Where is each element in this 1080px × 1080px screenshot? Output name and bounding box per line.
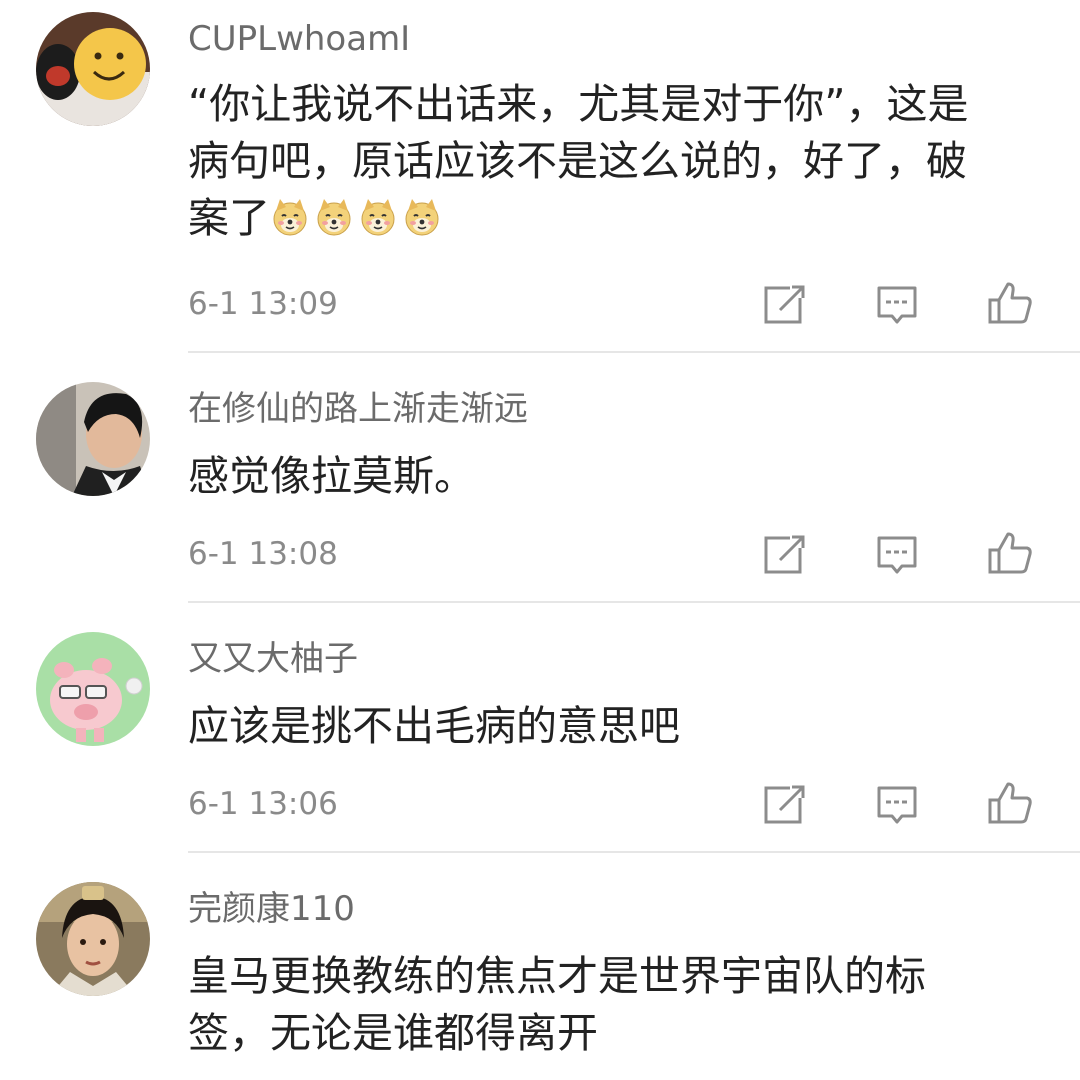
comment-text: 应该是挑不出毛病的意思吧 (188, 698, 1048, 755)
timestamp: 6-1 13:09 (188, 286, 338, 322)
timestamp: 6-1 13:08 (188, 536, 338, 572)
divider (188, 351, 1080, 353)
user-avatar[interactable] (36, 12, 150, 126)
divider (188, 851, 1080, 853)
comment-text: 皇马更换教练的焦点才是世界宇宙队的标 签，无论是谁都得离开 (188, 948, 1048, 1062)
comment-text-line: 病句吧，原话应该不是这么说的，好了，破 (188, 137, 967, 185)
comment-text-line: 感觉像拉莫斯。 (188, 452, 475, 500)
share-edit-icon (764, 785, 805, 824)
thumbs-up-icon (988, 782, 1032, 824)
reply-button[interactable] (873, 780, 921, 828)
share-edit-icon (764, 285, 805, 324)
timestamp: 6-1 13:06 (188, 786, 338, 822)
username[interactable]: CUPLwhoamI (188, 19, 410, 59)
comment-text-line-with-emoji: 案了 (188, 190, 1048, 247)
user-avatar[interactable] (36, 632, 150, 746)
reply-button[interactable] (873, 530, 921, 578)
username[interactable]: 完颜康110 (188, 889, 355, 929)
repost-button[interactable] (760, 530, 808, 578)
comment-text: “你让我说不出话来，尤其是对于你”，这是 病句吧，原话应该不是这么说的，好了，破… (188, 76, 1048, 247)
thumbs-up-icon (988, 532, 1032, 574)
share-edit-icon (764, 535, 805, 574)
divider (188, 601, 1080, 603)
comment-icon (877, 286, 917, 324)
pig-avatar-icon (36, 632, 150, 746)
user-avatar[interactable] (36, 882, 150, 996)
username[interactable]: 又又大柚子 (188, 639, 358, 679)
thumbs-up-icon (988, 282, 1032, 324)
doge-emoji-icon (270, 197, 310, 237)
reply-button[interactable] (873, 280, 921, 328)
repost-button[interactable] (760, 780, 808, 828)
like-button[interactable] (986, 778, 1034, 826)
smiley-avatar-icon (36, 12, 150, 126)
comment-text-line: 签，无论是谁都得离开 (188, 1009, 598, 1057)
costume-man-avatar-icon (36, 882, 150, 996)
doge-emoji-icon (358, 197, 398, 237)
comment-text: 感觉像拉莫斯。 (188, 448, 1048, 505)
comment-text-line: 应该是挑不出毛病的意思吧 (188, 702, 680, 750)
comment-icon (877, 786, 917, 824)
comment-text-line: “你让我说不出话来，尤其是对于你”，这是 (188, 80, 969, 128)
username[interactable]: 在修仙的路上渐走渐远 (188, 389, 528, 429)
doge-emoji-icon (314, 197, 354, 237)
comment-icon (877, 536, 917, 574)
like-button[interactable] (986, 528, 1034, 576)
man-photo-avatar-icon (36, 382, 150, 496)
user-avatar[interactable] (36, 382, 150, 496)
like-button[interactable] (986, 278, 1034, 326)
repost-button[interactable] (760, 280, 808, 328)
comment-text-line: 案了 (188, 194, 270, 242)
doge-emoji-icon (402, 197, 442, 237)
comment-text-line: 皇马更换教练的焦点才是世界宇宙队的标 (188, 952, 926, 1000)
